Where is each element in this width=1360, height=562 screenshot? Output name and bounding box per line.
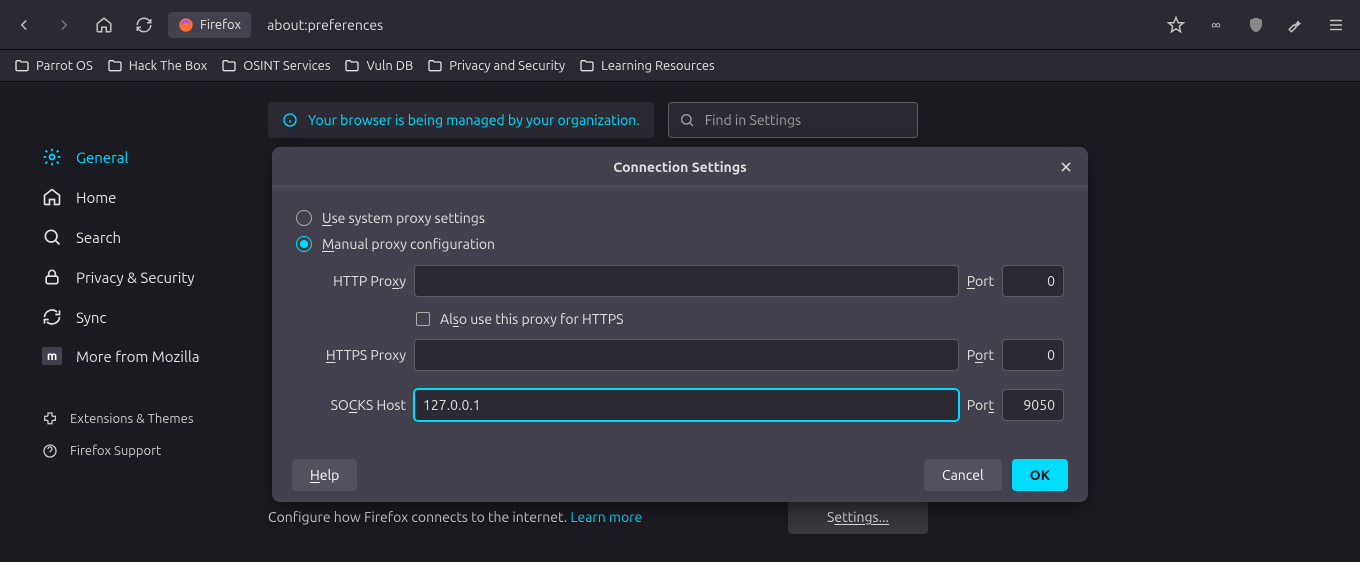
socks-host-label: SOCKS Host <box>296 397 406 413</box>
bookmarks-bar: Parrot OS Hack The Box OSINT Services Vu… <box>0 50 1360 82</box>
content-area: General Home Search Privacy & Security S… <box>0 82 1360 562</box>
firefox-icon <box>178 17 194 33</box>
radio-icon <box>296 236 312 252</box>
socks-host-input[interactable] <box>414 389 959 421</box>
radio-icon <box>296 210 312 226</box>
nav-forward-button[interactable] <box>48 9 80 41</box>
url-bar[interactable]: about:preferences <box>259 11 391 39</box>
https-port-label: Port <box>967 347 994 363</box>
bookmark-folder[interactable]: Privacy and Security <box>427 58 565 74</box>
wrench-icon[interactable] <box>1280 9 1312 41</box>
pinned-tab[interactable]: Firefox <box>168 12 251 38</box>
mask-icon[interactable]: ∞ <box>1200 9 1232 41</box>
reload-button[interactable] <box>128 9 160 41</box>
home-button[interactable] <box>88 9 120 41</box>
also-https-checkbox[interactable]: Also use this proxy for HTTPS <box>296 309 1064 339</box>
bookmark-folder[interactable]: Hack The Box <box>107 58 207 74</box>
connection-settings-dialog: Connection Settings Use system proxy set… <box>272 147 1088 502</box>
dialog-backdrop: Connection Settings Use system proxy set… <box>0 82 1360 562</box>
bookmark-folder[interactable]: Vuln DB <box>344 58 413 74</box>
shield-icon[interactable] <box>1240 9 1272 41</box>
socks-port-label: Port <box>967 397 994 413</box>
https-proxy-port[interactable] <box>1002 339 1064 371</box>
help-button[interactable]: Help <box>292 459 357 491</box>
http-proxy-host[interactable] <box>414 265 959 297</box>
close-button[interactable] <box>1054 155 1078 179</box>
http-proxy-label: HTTP Proxy <box>296 273 406 289</box>
http-proxy-port[interactable] <box>1002 265 1064 297</box>
http-port-label: Port <box>967 273 994 289</box>
radio-system-proxy[interactable]: Use system proxy settings <box>296 205 1064 231</box>
dialog-title: Connection Settings <box>272 147 1088 187</box>
tab-label: Firefox <box>200 18 241 32</box>
socks-port-input[interactable] <box>1002 389 1064 421</box>
hamburger-menu-icon[interactable] <box>1320 9 1352 41</box>
bookmark-folder[interactable]: OSINT Services <box>221 58 330 74</box>
bookmark-folder[interactable]: Parrot OS <box>14 58 93 74</box>
bookmark-folder[interactable]: Learning Resources <box>579 58 715 74</box>
bookmark-star-icon[interactable] <box>1160 9 1192 41</box>
nav-back-button[interactable] <box>8 9 40 41</box>
checkbox-icon <box>416 312 430 326</box>
cancel-button[interactable]: Cancel <box>924 459 1002 491</box>
browser-toolbar: Firefox about:preferences ∞ <box>0 0 1360 50</box>
ok-button[interactable]: OK <box>1012 459 1068 491</box>
https-proxy-host[interactable] <box>414 339 959 371</box>
https-proxy-label: HTTPS Proxy <box>296 347 406 363</box>
radio-manual-proxy[interactable]: Manual proxy configuration <box>296 231 1064 257</box>
